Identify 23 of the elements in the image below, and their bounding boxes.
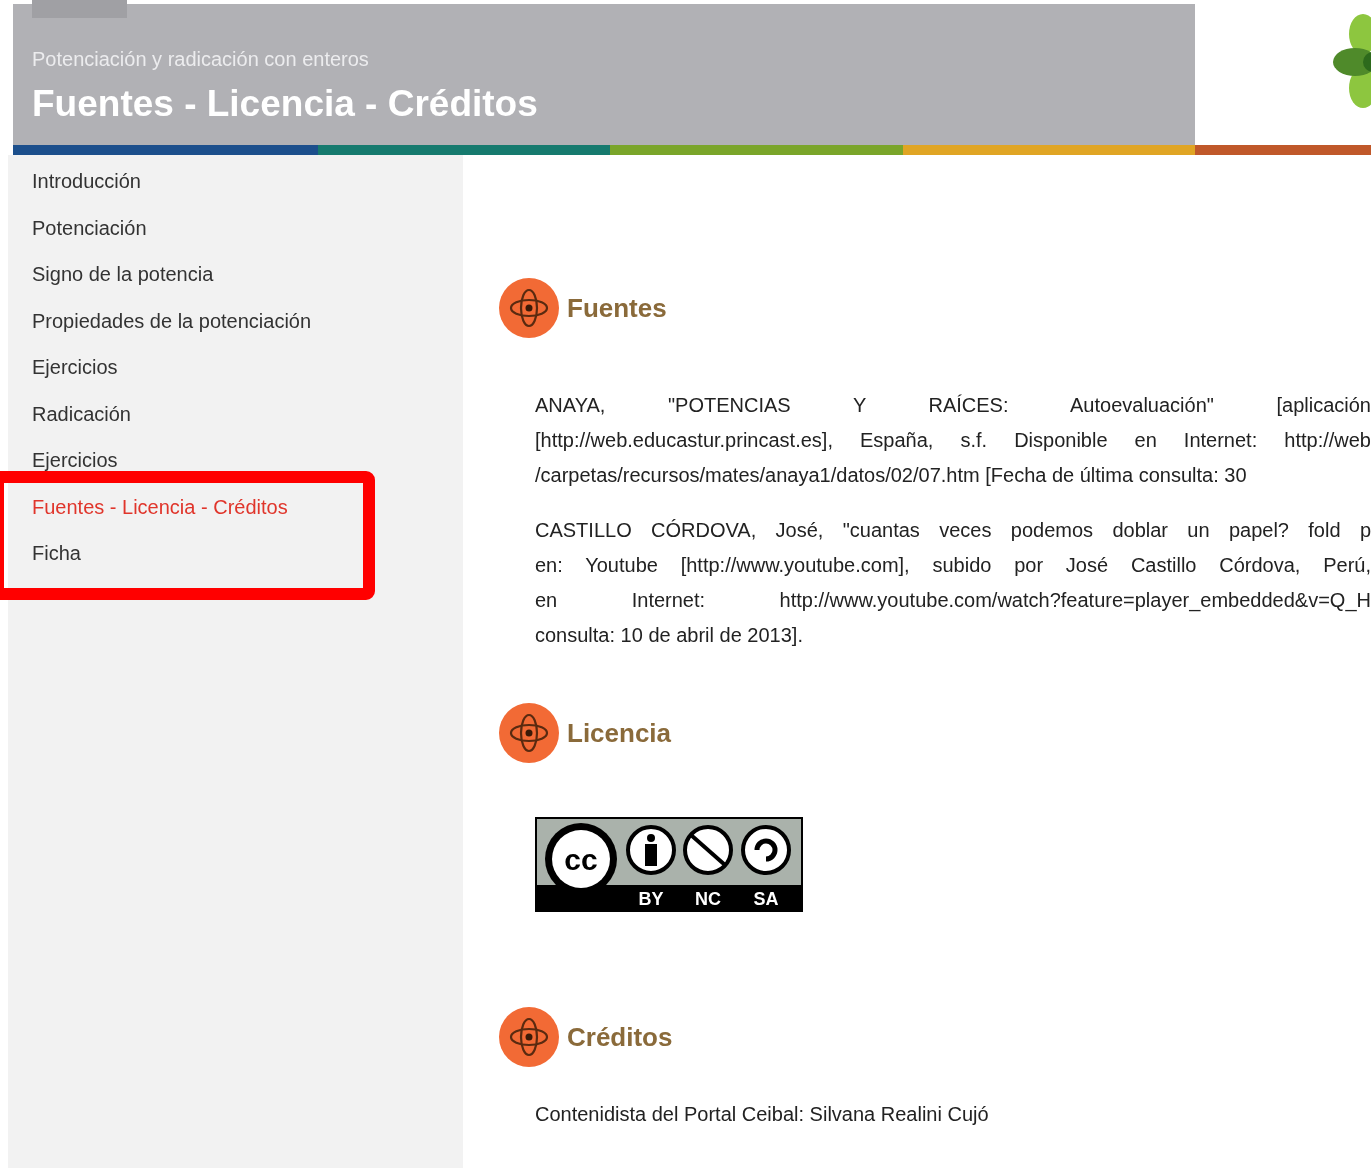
nav-link[interactable]: Fuentes - Licencia - Créditos [32,493,288,520]
section-heading: Créditos [567,1021,673,1053]
reference-paragraph: Contenidista del Portal Ceibal: Silvana Realini Cujó [535,1102,990,1127]
section-heading: Fuentes [567,292,667,324]
flower-emblem-icon [499,703,559,763]
nav-link[interactable]: Potenciación [32,214,147,241]
page-subtitle: Potenciación y radicación con enteros [32,48,369,71]
reference-paragraph: ANAYA, "POTENCIAS Y RAÍCES: Autoevaluación" [aplicación [http://web.educastur.princast.es], España, s.f. Disponible en Internet: http://web /carpetas/recursos/mates/anaya1/datos/02/07.htm [Fecha de última consulta: 30 [535,393,1371,488]
reference-paragraph: CASTILLO CÓRDOVA, José, "cuantas veces podemos doblar un papel? fold p en: Youtube [http://www.youtube.com], subido por José Castillo Córdova, Perú, en Internet: http://www.youtube.com/watch?feature=player_embedded&v=Q_H consulta: 10 de abril de 2013]. [535,518,1371,648]
page-title: Fuentes - Licencia - Créditos [32,83,538,125]
nav-link[interactable]: Ejercicios [32,447,118,473]
menu-button[interactable] [32,0,127,18]
nav-link[interactable]: Propiedades de la potenciación [32,307,312,334]
license-badge: cc BY NC SA [535,817,803,912]
nav-link[interactable]: Ejercicios [32,354,118,380]
flower-emblem-icon [499,278,559,338]
nav-link[interactable]: Introducción [32,168,141,194]
nav-link[interactable]: Signo de la potencia [32,261,214,287]
nav-link[interactable]: Ficha [32,540,81,566]
section-heading: Licencia [567,717,672,749]
flower-emblem-icon [499,1007,559,1067]
flower-logo-icon [1333,12,1371,108]
nav-link[interactable]: Radicación [32,400,131,427]
